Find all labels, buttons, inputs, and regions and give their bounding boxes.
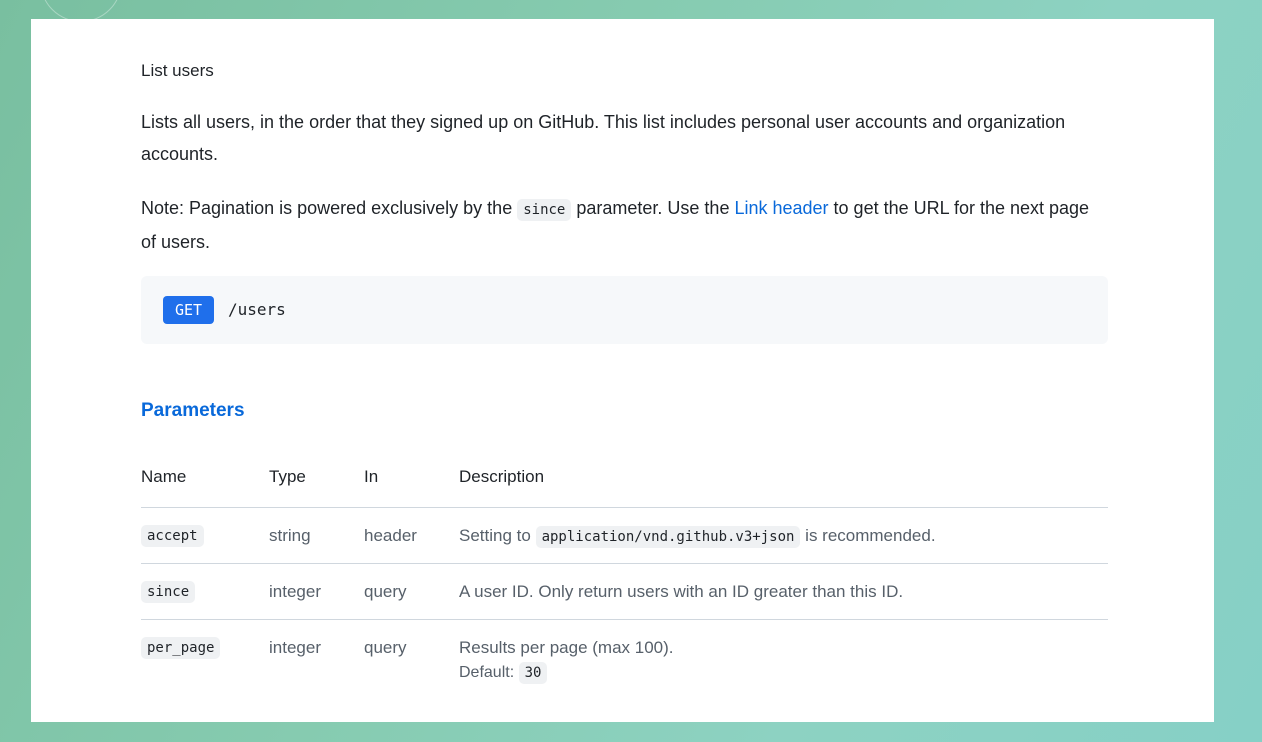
- description-text: Lists all users, in the order that they …: [141, 112, 1066, 164]
- link-header-link[interactable]: Link header: [734, 198, 828, 218]
- param-in: header: [364, 526, 417, 545]
- since-code: since: [517, 199, 572, 221]
- param-description: A user ID. Only return users with an ID …: [459, 582, 904, 601]
- endpoint-path: /users: [228, 300, 286, 319]
- table-header: Name Type In Description: [141, 467, 1108, 507]
- page-title: List users: [141, 61, 214, 80]
- endpoint-box: GET /users: [141, 276, 1108, 344]
- note-prefix: Note: Pagination is powered exclusively …: [141, 198, 518, 218]
- param-name: per_page: [141, 637, 221, 659]
- param-description-text: Results per page (max 100).: [459, 638, 674, 657]
- desc-prefix: Setting to: [459, 526, 536, 545]
- param-name-code: since: [141, 581, 196, 603]
- parameters-heading[interactable]: Parameters: [141, 400, 245, 422]
- param-type: integer: [269, 638, 321, 657]
- column-header-name: Name: [141, 467, 187, 486]
- http-method-badge: GET: [163, 296, 215, 324]
- column-header-description: Description: [459, 467, 545, 486]
- table-divider: [141, 507, 1108, 508]
- table-divider: [141, 563, 1108, 564]
- param-in: query: [364, 638, 407, 657]
- pagination-note: Note: Pagination is powered exclusively …: [141, 192, 1108, 258]
- param-type: string: [269, 526, 311, 545]
- desc-suffix: is recommended.: [800, 526, 936, 545]
- docs-card: List users Lists all users, in the order…: [31, 19, 1214, 722]
- default-value-code: 30: [518, 662, 548, 684]
- param-type: integer: [269, 582, 321, 601]
- note-middle: parameter. Use the: [571, 198, 735, 218]
- default-value-line: Default: 30: [459, 662, 674, 684]
- default-label: Default:: [459, 664, 515, 681]
- param-in: query: [364, 582, 407, 601]
- param-name-code: accept: [141, 525, 204, 547]
- param-name: accept: [141, 525, 204, 547]
- param-description: Setting to application/vnd.github.v3+jso…: [459, 526, 936, 548]
- desc-code: application/vnd.github.v3+json: [535, 526, 801, 548]
- column-header-type: Type: [269, 467, 306, 486]
- column-header-in: In: [364, 467, 379, 486]
- param-description: Results per page (max 100). Default: 30: [459, 638, 674, 684]
- param-name-code: per_page: [141, 637, 221, 659]
- param-name: since: [141, 581, 196, 603]
- table-divider: [141, 619, 1108, 620]
